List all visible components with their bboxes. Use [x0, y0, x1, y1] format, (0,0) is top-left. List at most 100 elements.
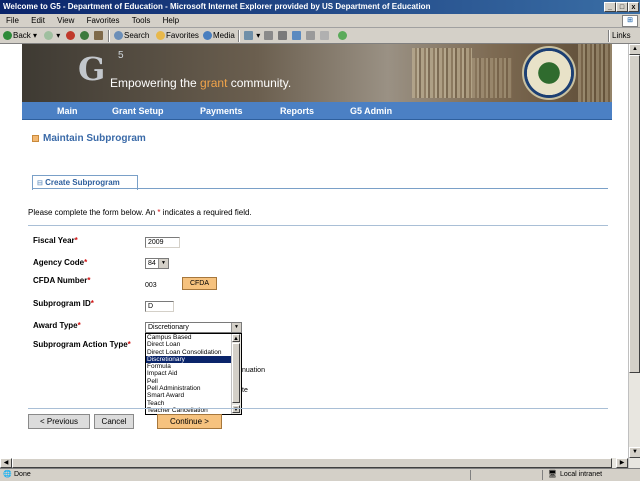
home-icon — [94, 31, 103, 41]
dropdown-scrollbar[interactable]: ▲ ▼ — [231, 334, 241, 414]
close-button[interactable]: x — [628, 2, 639, 12]
award-option[interactable]: Formula — [146, 363, 241, 370]
windows-logo-icon: ⊞ — [622, 15, 638, 27]
award-option[interactable]: Impact Aid — [146, 370, 241, 377]
award-type-label: Award Type* — [33, 321, 81, 330]
forward-arrow-icon — [44, 31, 53, 41]
g5-logo-superscript: 5 — [118, 50, 124, 61]
g5-banner: G 5 Empowering the grant community. — [22, 44, 612, 102]
main-nav: Main Grant Setup Payments Reports G5 Adm… — [22, 102, 612, 120]
page-title: Maintain Subprogram — [32, 133, 146, 144]
award-option-selected[interactable]: Discretionary — [146, 355, 241, 364]
g5-logo: G — [78, 50, 106, 88]
research-icon — [320, 31, 329, 41]
nav-main[interactable]: Main — [57, 102, 78, 120]
cancel-button[interactable]: Cancel — [94, 414, 134, 429]
discuss-button[interactable] — [306, 28, 316, 44]
fiscal-year-input[interactable]: 2009 — [145, 237, 180, 248]
award-option[interactable]: Pell — [146, 378, 241, 385]
history-icon — [244, 31, 253, 41]
media-button[interactable]: Media — [203, 28, 235, 44]
nav-reports[interactable]: Reports — [280, 102, 314, 120]
scroll-up-icon[interactable]: ▲ — [232, 334, 240, 342]
menu-edit[interactable]: Edit — [31, 16, 45, 25]
award-type-dropdown-list[interactable]: Campus Based Direct Loan Direct Loan Con… — [145, 333, 242, 415]
status-bar: 🌐 Done 🖥 Local intranet — [0, 468, 640, 480]
maximize-button[interactable]: □ — [616, 2, 628, 12]
scroll-down-icon[interactable]: ▼ — [232, 405, 240, 413]
status-text: Done — [14, 471, 31, 478]
minimize-button[interactable]: _ — [604, 2, 616, 12]
favorites-star-icon — [156, 31, 165, 41]
award-type-select[interactable]: Discretionary ▼ — [145, 322, 242, 333]
print-button[interactable] — [278, 28, 288, 44]
page-viewport: G 5 Empowering the grant community. Main… — [0, 44, 628, 468]
refresh-button[interactable] — [80, 28, 90, 44]
vertical-scroll-thumb[interactable] — [629, 55, 640, 373]
continue-button[interactable]: Continue > — [157, 414, 222, 429]
cfda-button[interactable]: CFDA — [182, 277, 217, 290]
menu-help[interactable]: Help — [163, 16, 179, 25]
stop-icon — [66, 31, 75, 41]
messenger-button[interactable] — [338, 28, 348, 44]
menu-file[interactable]: File — [6, 16, 19, 25]
previous-button[interactable]: < Previous — [28, 414, 90, 429]
research-button[interactable] — [320, 28, 330, 44]
back-button[interactable]: Back ▾ — [3, 28, 37, 44]
vertical-scrollbar[interactable]: ▲ ▼ — [628, 44, 640, 468]
scroll-right-icon[interactable]: ▶ — [616, 458, 628, 468]
mail-button[interactable] — [264, 28, 274, 44]
agency-code-select[interactable]: 84 ▼ — [145, 258, 169, 269]
department-seal-icon — [522, 46, 576, 100]
edit-icon — [292, 31, 301, 41]
forward-button[interactable]: ▾ — [44, 28, 60, 44]
scroll-down-icon[interactable]: ▼ — [629, 447, 640, 458]
action-option-continuation-partial[interactable]: nuation — [242, 367, 265, 374]
mail-icon — [264, 31, 273, 41]
back-arrow-icon — [3, 31, 12, 41]
menu-favorites[interactable]: Favorites — [87, 16, 120, 25]
page-done-icon: 🌐 — [3, 471, 12, 478]
links-button[interactable]: Links — [612, 28, 631, 44]
tab-icon: ⊟ — [37, 180, 43, 187]
print-icon — [278, 31, 287, 41]
favorites-button[interactable]: Favorites — [156, 28, 199, 44]
home-button[interactable] — [94, 28, 104, 44]
nav-grant-setup[interactable]: Grant Setup — [112, 102, 164, 120]
award-option[interactable]: Campus Based — [146, 334, 241, 341]
action-option-partial[interactable]: te — [242, 387, 248, 394]
award-option[interactable]: Teach — [146, 400, 241, 407]
intranet-zone-icon: 🖥 — [548, 471, 557, 478]
search-button[interactable]: Search — [114, 28, 149, 44]
stop-button[interactable] — [66, 28, 76, 44]
horizontal-scrollbar[interactable]: ◀ ▶ — [0, 458, 628, 468]
subprogram-action-type-label: Subprogram Action Type* — [33, 340, 131, 349]
award-option[interactable]: Pell Administration — [146, 385, 241, 392]
nav-g5-admin[interactable]: G5 Admin — [350, 102, 392, 120]
cfda-number-label: CFDA Number* — [33, 276, 91, 285]
menu-view[interactable]: View — [57, 16, 74, 25]
menu-tools[interactable]: Tools — [132, 16, 151, 25]
award-option[interactable]: Direct Loan Consolidation — [146, 349, 241, 356]
cfda-number-value: 003 — [145, 282, 157, 289]
messenger-icon — [338, 31, 347, 41]
scroll-up-icon[interactable]: ▲ — [629, 44, 640, 55]
banner-tagline: Empowering the grant community. — [110, 76, 292, 90]
chevron-down-icon: ▼ — [158, 259, 168, 268]
edit-button[interactable] — [292, 28, 302, 44]
menu-bar: File Edit View Favorites Tools Help ⊞ — [0, 14, 640, 28]
search-icon — [114, 31, 123, 41]
window-title: Welcome to G5 - Department of Education … — [3, 2, 431, 11]
subprogram-id-input[interactable]: D — [145, 301, 174, 312]
nav-payments[interactable]: Payments — [200, 102, 243, 120]
form-instructions: Please complete the form below. An * ind… — [28, 208, 252, 217]
award-option[interactable]: Direct Loan — [146, 341, 241, 348]
horizontal-scroll-thumb[interactable] — [12, 458, 612, 468]
history-button[interactable]: ▾ — [244, 28, 260, 44]
scroll-left-icon[interactable]: ◀ — [0, 458, 12, 468]
media-icon — [203, 31, 212, 41]
award-option[interactable]: Smart Award — [146, 392, 241, 399]
security-zone: Local intranet — [560, 471, 603, 478]
chevron-down-icon: ▼ — [231, 323, 241, 332]
dropdown-scroll-thumb[interactable] — [232, 343, 240, 403]
